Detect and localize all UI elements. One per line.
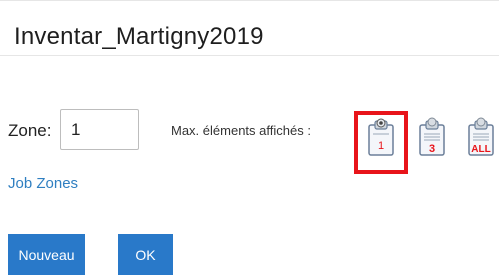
job-zones-link[interactable]: Job Zones xyxy=(8,175,78,192)
clipboard-3-icon: 3 xyxy=(419,117,445,156)
ok-button[interactable]: OK xyxy=(118,234,173,275)
zone-label: Zone: xyxy=(8,121,52,140)
selection-highlight xyxy=(354,111,408,174)
clipboard-all-label: ALL xyxy=(471,144,490,155)
max-elements-label: Max. éléments affichés : xyxy=(171,123,311,138)
page-title: Inventar_Martigny2019 xyxy=(14,23,264,50)
title-bar: Inventar_Martigny2019 xyxy=(0,0,499,56)
new-button[interactable]: Nouveau xyxy=(8,234,85,275)
max-elements-all-button[interactable]: ALL xyxy=(466,115,496,159)
max-elements-3-button[interactable]: 3 xyxy=(417,115,447,159)
clipboard-3-label: 3 xyxy=(429,143,435,155)
clipboard-all-icon: ALL xyxy=(468,117,494,156)
zone-input[interactable] xyxy=(60,109,139,150)
